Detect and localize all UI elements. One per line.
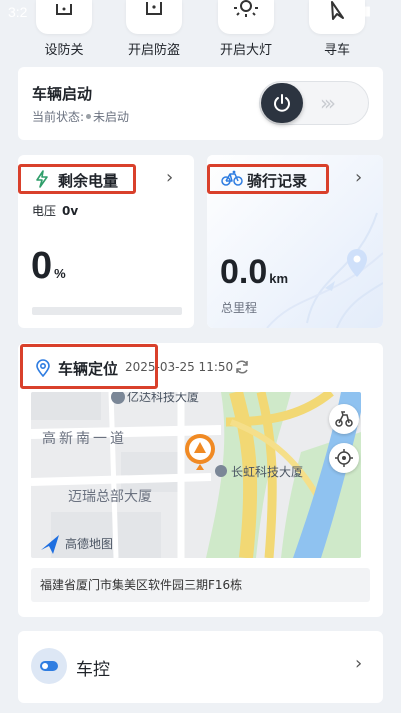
my-location-button[interactable] xyxy=(329,443,359,473)
map-label-poi-left: 迈瑞总部大厦 xyxy=(68,489,152,505)
quick-action-find-car[interactable]: 寻车 xyxy=(302,0,372,58)
map-label-poi-right: 长虹科技大厦 xyxy=(231,465,304,479)
vehicle-start-status: 当前状态: 未启动 xyxy=(32,108,129,125)
headlight-icon xyxy=(218,0,274,34)
quick-action-label: 设防关 xyxy=(44,43,84,58)
voltage-value: 0v xyxy=(62,204,79,218)
vehicle-control-card[interactable]: 车控 › xyxy=(18,631,383,703)
vehicle-start-card: 车辆启动 当前状态: 未启动 ››› xyxy=(18,67,383,140)
quick-action-defense[interactable]: 设防关 xyxy=(29,0,99,58)
quick-action-label: 开启大灯 xyxy=(219,43,272,58)
battery-percent-value: 0 xyxy=(31,245,53,287)
quick-actions: 设防关 开启防盗 开启大灯 寻车 xyxy=(0,0,401,60)
mileage-unit: km xyxy=(269,271,289,286)
map-label-poi-top: 亿达科技大厦 xyxy=(127,392,200,404)
locate-arrow-icon xyxy=(309,0,365,34)
highlight-box-location xyxy=(20,344,158,389)
slide-arrows-icon: ››› xyxy=(320,91,336,115)
anti-theft-icon xyxy=(126,0,182,34)
total-mileage: 0.0 km xyxy=(220,253,288,292)
map-brand-label: 高德地图 xyxy=(65,537,114,551)
status-label: 当前状态: xyxy=(32,110,85,124)
vehicle-start-title: 车辆启动 xyxy=(32,85,93,103)
status-value: 未启动 xyxy=(93,110,130,124)
lock-icon xyxy=(36,0,92,34)
vehicle-control-label: 车控 xyxy=(76,660,110,680)
quick-action-anti-theft[interactable]: 开启防盗 xyxy=(119,0,189,58)
location-address: 福建省厦门市集美区软件园三期F16栋 xyxy=(31,568,370,602)
start-switch[interactable]: ››› xyxy=(259,81,369,125)
status-dot xyxy=(86,114,92,119)
chevron-right-icon: › xyxy=(355,167,363,188)
battery-level-bar xyxy=(32,307,182,315)
power-icon xyxy=(261,83,303,123)
chevron-right-icon: › xyxy=(355,653,363,674)
voltage-label: 电压 xyxy=(32,204,57,218)
location-map[interactable]: 亿达科技大厦 高新南一道 长虹科技大厦 迈瑞总部大厦 高德地图 xyxy=(31,392,361,558)
quick-action-label: 寻车 xyxy=(323,43,350,58)
refresh-icon[interactable] xyxy=(234,359,250,379)
quick-action-headlight[interactable]: 开启大灯 xyxy=(211,0,281,58)
battery-percent: 0% xyxy=(31,245,66,288)
map-label-road: 高新南一道 xyxy=(42,431,127,447)
scooter-locate-button[interactable] xyxy=(329,404,359,434)
vehicle-control-icon xyxy=(31,648,67,684)
quick-action-label: 开启防盗 xyxy=(127,43,180,58)
highlight-box-ride xyxy=(207,164,329,194)
mileage-value: 0.0 xyxy=(220,253,268,291)
mileage-label: 总里程 xyxy=(221,301,258,315)
battery-percent-unit: % xyxy=(54,266,66,281)
highlight-box-battery xyxy=(18,164,136,194)
voltage-row: 电压 0v xyxy=(32,202,78,219)
chevron-right-icon: › xyxy=(166,167,174,188)
